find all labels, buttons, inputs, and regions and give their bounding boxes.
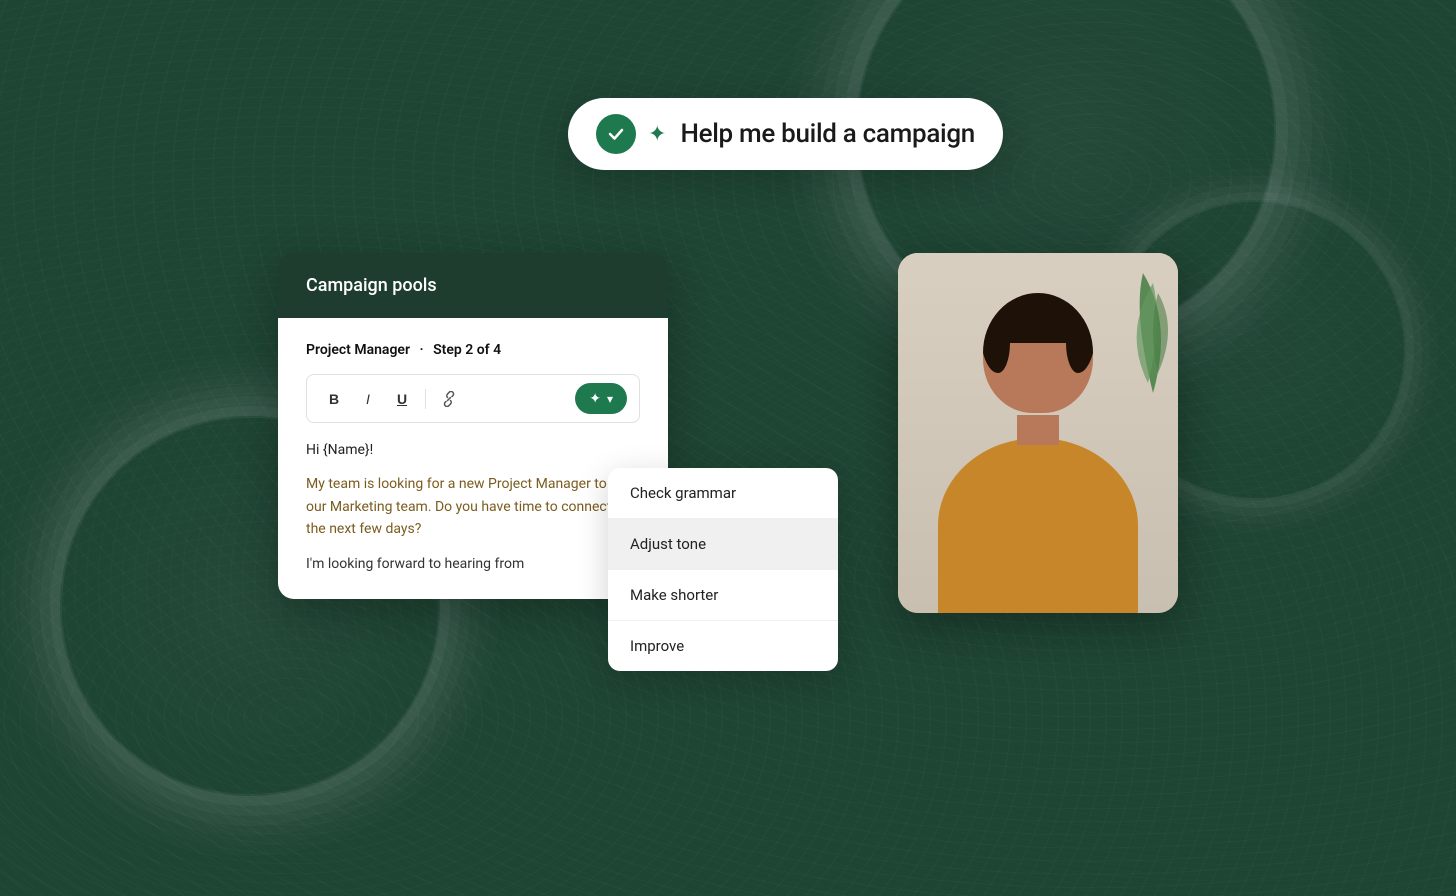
email-content: Hi {Name}! My team is looking for a new … <box>306 439 640 575</box>
ai-sparkle-icon: ✦ <box>589 390 601 407</box>
step-info: Project Manager · Step 2 of 4 <box>306 342 640 358</box>
card-header-title: Campaign pools <box>306 275 437 296</box>
toolbar-divider <box>425 389 426 409</box>
person-card <box>898 253 1178 613</box>
email-closing: I'm looking forward to hearing from <box>306 553 640 575</box>
person-head <box>983 293 1093 413</box>
editor-toolbar: B I U ✦ ▾ <box>306 374 640 423</box>
plant-overlay <box>1103 263 1173 393</box>
check-circle <box>596 114 636 154</box>
link-button[interactable] <box>434 384 464 414</box>
email-highlighted-text: My team is looking for a new Project Man… <box>306 476 633 537</box>
dropdown-item-adjust-tone[interactable]: Adjust tone <box>608 519 838 569</box>
email-paragraph-1: My team is looking for a new Project Man… <box>306 473 640 540</box>
ai-chevron-icon: ▾ <box>607 392 613 406</box>
dropdown-item-make-shorter[interactable]: Make shorter <box>608 570 838 620</box>
campaign-pill: ✦ Help me build a campaign <box>568 98 1003 170</box>
underline-button[interactable]: U <box>387 384 417 414</box>
person-photo <box>898 253 1178 613</box>
italic-button[interactable]: I <box>353 384 383 414</box>
dropdown-item-check-grammar[interactable]: Check grammar <box>608 468 838 518</box>
scene: ✦ Help me build a campaign Campaign pool… <box>0 0 1456 896</box>
campaign-text: Help me build a campaign <box>680 119 975 149</box>
card-header: Campaign pools <box>278 253 668 318</box>
hair-right <box>1066 298 1093 373</box>
check-icon <box>606 124 626 144</box>
step-label: Project Manager <box>306 342 410 358</box>
sparkle-icon: ✦ <box>648 122 666 147</box>
person-body <box>938 438 1138 613</box>
hair-left <box>983 298 1010 373</box>
link-icon <box>441 391 457 407</box>
ai-button[interactable]: ✦ ▾ <box>575 383 627 414</box>
person-neck <box>1017 415 1059 445</box>
bold-button[interactable]: B <box>319 384 349 414</box>
email-greeting: Hi {Name}! <box>306 439 640 461</box>
content-area: ✦ Help me build a campaign Campaign pool… <box>278 98 1178 798</box>
dropdown-menu: Check grammar Adjust tone Make shorter I… <box>608 468 838 671</box>
step-number: Step 2 of 4 <box>433 342 501 358</box>
dropdown-item-improve[interactable]: Improve <box>608 621 838 671</box>
step-dot: · <box>419 342 423 358</box>
